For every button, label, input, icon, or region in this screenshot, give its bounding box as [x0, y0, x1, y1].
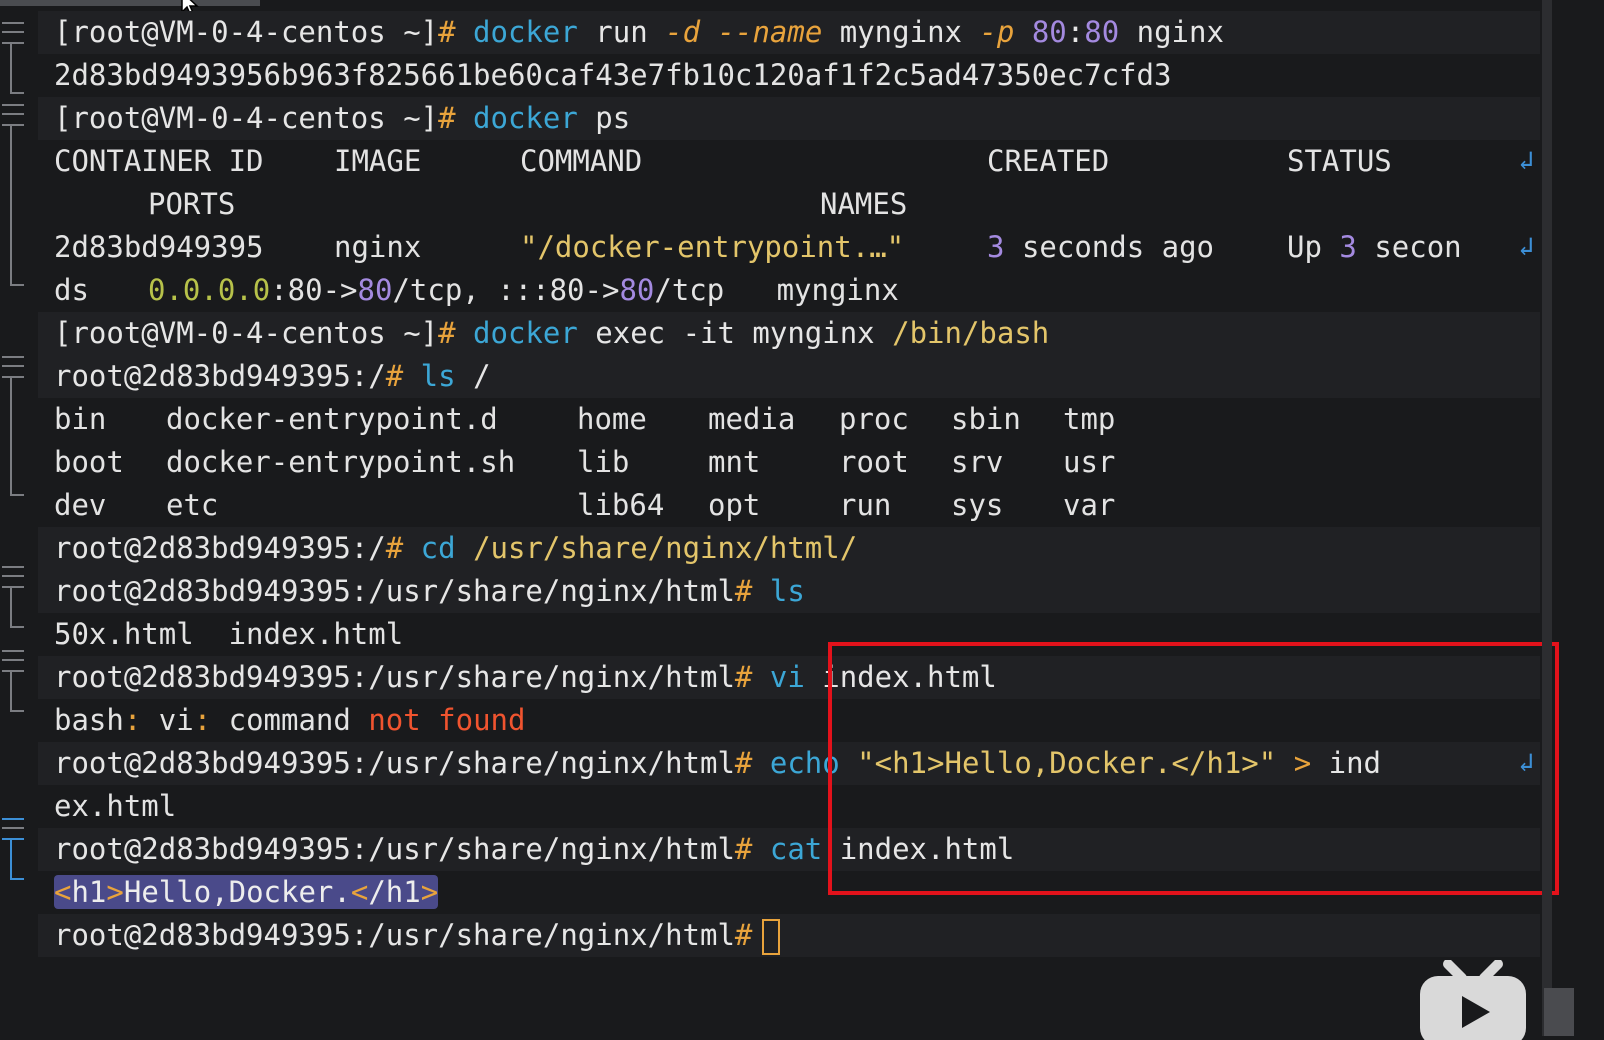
terminal-line-ls-root: root@2d83bd949395:/# ls /	[38, 355, 1540, 398]
command-name: vi	[769, 660, 805, 694]
command-name: cd	[420, 531, 456, 565]
command-name: docker	[473, 101, 578, 135]
terminal-line-docker-exec: [root@VM-0-4-centos ~]# docker exec -it …	[38, 312, 1540, 355]
terminal-line-cd: root@2d83bd949395:/# cd /usr/share/nginx…	[38, 527, 1540, 570]
ps-header-row-wrapped: PORTS NAMES	[148, 187, 908, 221]
text-cursor	[762, 919, 781, 955]
annotation-highlight-box	[828, 642, 1559, 895]
shell-prompt: root@2d83bd949395:/	[54, 359, 386, 393]
terminal-line-docker-run: [root@VM-0-4-centos ~]# docker run -d --…	[38, 11, 1540, 54]
shell-prompt: [root@VM-0-4-centos ~]	[54, 316, 439, 350]
bilibili-logo-icon	[1420, 960, 1526, 1040]
ls-output-row: boot docker-entrypoint.sh lib mnt root srv usr	[54, 445, 1116, 479]
line-wrap-icon: ↲	[1518, 232, 1534, 262]
line-wrap-icon: ↲	[1518, 146, 1534, 176]
ls-output-row: bin docker-entrypoint.d home media proc sbin t…	[54, 402, 1116, 436]
terminal-line-current-prompt[interactable]: root@2d83bd949395:/usr/share/nginx/html#	[38, 914, 1540, 957]
shell-prompt: root@2d83bd949395:/	[54, 531, 386, 565]
command-name: cat	[769, 832, 823, 866]
shell-prompt: [root@VM-0-4-centos ~]	[54, 15, 439, 49]
terminal-line-ls-html: root@2d83bd949395:/usr/share/nginx/html#…	[38, 570, 1540, 613]
ps-data-row-wrapped: ds 0.0.0.0:80->80/tcp, :::80->80/tcp myng…	[54, 273, 899, 307]
ls-output-row: dev etc lib64 opt run sys var	[54, 488, 1116, 522]
command-name: ls	[769, 574, 805, 608]
command-name: docker	[473, 15, 578, 49]
shell-prompt: root@2d83bd949395:/usr/share/nginx/html	[54, 746, 735, 780]
scrollbar-thumb[interactable]	[1544, 988, 1574, 1036]
scrollbar-track[interactable]	[1542, 0, 1552, 1036]
ps-data-row: 2d83bd949395 nginx "/docker-entrypoint.…" 3…	[38, 226, 1540, 269]
shell-prompt: [root@VM-0-4-centos ~]	[54, 101, 439, 135]
selected-text[interactable]: <h1>Hello,Docker.</h1>	[54, 875, 439, 909]
ps-header-row: CONTAINER ID IMAGE COMMAND CREATED STATUS ↲	[38, 140, 1540, 183]
shell-prompt: root@2d83bd949395:/usr/share/nginx/html	[54, 918, 735, 952]
shell-prompt: root@2d83bd949395:/usr/share/nginx/html	[54, 660, 735, 694]
terminal-line-docker-ps: [root@VM-0-4-centos ~]# docker ps	[38, 97, 1540, 140]
shell-prompt: root@2d83bd949395:/usr/share/nginx/html	[54, 574, 735, 608]
command-name: docker	[473, 316, 578, 350]
command-name: ls	[420, 359, 456, 393]
shell-prompt: root@2d83bd949395:/usr/share/nginx/html	[54, 832, 735, 866]
terminal-line-container-hash: 2d83bd9493956b963f825661be60caf43e7fb10c…	[54, 58, 1172, 92]
